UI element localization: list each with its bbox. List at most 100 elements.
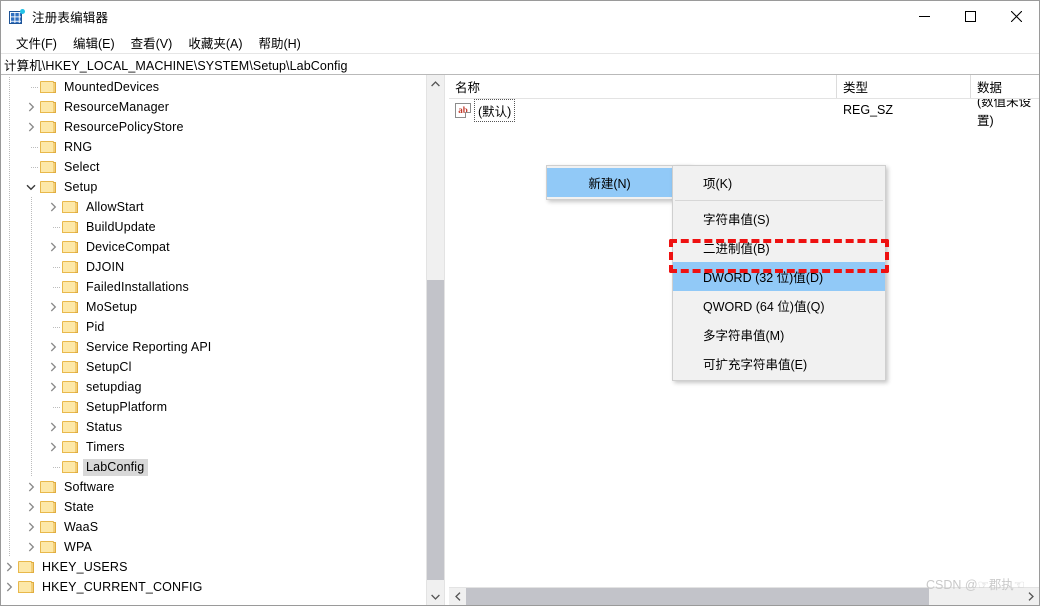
chevron-right-icon[interactable] xyxy=(45,337,61,357)
submenu-item-2[interactable]: 二进制值(B) xyxy=(673,233,885,262)
values-scroll-thumb[interactable] xyxy=(466,588,929,605)
window-controls xyxy=(901,1,1039,32)
menu-file[interactable]: 文件(F) xyxy=(9,31,66,55)
tree-guide-line xyxy=(9,237,10,257)
context-menu-item-new[interactable]: 新建(N) xyxy=(547,168,690,197)
tree-item-label: HKEY_USERS xyxy=(42,559,128,574)
tree-item-devicecompat[interactable]: DeviceCompat xyxy=(1,237,423,257)
folder-icon xyxy=(39,80,56,94)
tree-item-mounteddevices[interactable]: MountedDevices xyxy=(1,77,423,97)
tree-item-state[interactable]: State xyxy=(1,497,423,517)
chevron-right-icon[interactable] xyxy=(23,537,39,557)
chevron-right-icon[interactable] xyxy=(45,417,61,437)
maximize-button[interactable] xyxy=(947,1,993,32)
column-header-data[interactable]: 数据 xyxy=(971,75,1039,98)
submenu-item-6[interactable]: 可扩充字符串值(E) xyxy=(673,349,885,378)
registry-tree[interactable]: MountedDevices ResourceManager ResourcePol… xyxy=(1,77,423,605)
chevron-right-icon[interactable] xyxy=(45,297,61,317)
submenu-item-label: 多字符串值(M) xyxy=(703,329,785,343)
tree-item-resourcemanager[interactable]: ResourceManager xyxy=(1,97,423,117)
chevron-right-icon[interactable] xyxy=(23,97,39,117)
tree-item-timers[interactable]: Timers xyxy=(1,437,423,457)
folder-icon xyxy=(39,520,56,534)
menu-favorites[interactable]: 收藏夹(A) xyxy=(181,31,251,55)
tree-item-hkey-users[interactable]: HKEY_USERS xyxy=(1,557,423,577)
tree-item-mosetup[interactable]: MoSetup xyxy=(1,297,423,317)
tree-guide-line xyxy=(9,297,10,317)
string-value-icon: ab xyxy=(455,102,471,118)
column-header-type[interactable]: 类型 xyxy=(837,75,971,98)
values-horizontal-scrollbar[interactable] xyxy=(449,587,1039,605)
tree-item-select[interactable]: Select xyxy=(1,157,423,177)
chevron-right-icon[interactable] xyxy=(23,477,39,497)
address-bar[interactable]: 计算机\HKEY_LOCAL_MACHINE\SYSTEM\Setup\LabC… xyxy=(1,53,1039,75)
menu-help[interactable]: 帮助(H) xyxy=(251,31,309,55)
tree-item-labconfig[interactable]: LabConfig xyxy=(1,457,423,477)
tree-guide-line xyxy=(9,337,10,357)
chevron-right-icon[interactable] xyxy=(45,377,61,397)
tree-item-resourcepolicystore[interactable]: ResourcePolicyStore xyxy=(1,117,423,137)
submenu-item-4[interactable]: QWORD (64 位)值(Q) xyxy=(673,291,885,320)
tree-item-hkey-current-config[interactable]: HKEY_CURRENT_CONFIG xyxy=(1,577,423,597)
registry-path: 计算机\HKEY_LOCAL_MACHINE\SYSTEM\Setup\LabC… xyxy=(4,58,348,73)
close-button[interactable] xyxy=(993,1,1039,32)
minimize-button[interactable] xyxy=(901,1,947,32)
tree-vertical-scrollbar[interactable] xyxy=(426,75,444,605)
chevron-right-icon[interactable] xyxy=(23,517,39,537)
chevron-right-icon[interactable] xyxy=(23,117,39,137)
chevron-right-icon[interactable] xyxy=(45,357,61,377)
context-submenu-new-value[interactable]: 项(K) 字符串值(S) 二进制值(B) DWORD (32 位)值(D) QWORD … xyxy=(672,165,886,381)
submenu-item-1[interactable]: 字符串值(S) xyxy=(673,204,885,233)
tree-item-djoin[interactable]: DJOIN xyxy=(1,257,423,277)
tree-guide-line xyxy=(31,417,32,437)
scroll-up-icon[interactable] xyxy=(427,75,444,92)
folder-icon xyxy=(39,480,56,494)
tree-item-software[interactable]: Software xyxy=(1,477,423,497)
submenu-item-0[interactable]: 项(K) xyxy=(673,168,885,197)
tree-item-status[interactable]: Status xyxy=(1,417,423,437)
chevron-down-icon[interactable] xyxy=(23,177,39,197)
tree-guide-line xyxy=(31,437,32,457)
tree-guide-stub xyxy=(53,467,60,468)
tree-guide-stub xyxy=(31,167,38,168)
chevron-right-icon[interactable] xyxy=(1,557,17,577)
submenu-item-3[interactable]: DWORD (32 位)值(D) xyxy=(673,262,885,291)
tree-item-setupcl[interactable]: SetupCl xyxy=(1,357,423,377)
submenu-item-5[interactable]: 多字符串值(M) xyxy=(673,320,885,349)
tree-item-buildupdate[interactable]: BuildUpdate xyxy=(1,217,423,237)
value-row-inner: ab (默认) REG_SZ (数值未设置) xyxy=(455,99,1039,128)
tree-item-setup[interactable]: Setup xyxy=(1,177,423,197)
value-row[interactable]: ab (默认) REG_SZ (数值未设置) xyxy=(449,99,1039,128)
folder-icon xyxy=(61,340,78,354)
context-menu-item-new-label: 新建(N) xyxy=(588,177,631,191)
context-menu-new[interactable]: 新建(N) xyxy=(546,165,691,200)
tree-item-wpa[interactable]: WPA xyxy=(1,537,423,557)
scroll-left-icon[interactable] xyxy=(449,588,466,605)
tree-item-setupdiag[interactable]: setupdiag xyxy=(1,377,423,397)
column-header-name[interactable]: 名称 xyxy=(449,75,837,98)
scroll-right-icon[interactable] xyxy=(1022,588,1039,605)
tree-scroll-thumb[interactable] xyxy=(427,280,444,580)
tree-item-rng[interactable]: RNG xyxy=(1,137,423,157)
chevron-right-icon[interactable] xyxy=(45,237,61,257)
chevron-right-icon[interactable] xyxy=(1,577,17,597)
chevron-right-icon[interactable] xyxy=(23,497,39,517)
chevron-right-icon[interactable] xyxy=(45,437,61,457)
tree-item-allowstart[interactable]: AllowStart xyxy=(1,197,423,217)
menu-edit[interactable]: 编辑(E) xyxy=(66,31,124,55)
tree-item-setupplatform[interactable]: SetupPlatform xyxy=(1,397,423,417)
value-name-cell: (默认) xyxy=(474,99,516,122)
tree-item-waas[interactable]: WaaS xyxy=(1,517,423,537)
tree-guide-stub xyxy=(53,407,60,408)
scroll-down-icon[interactable] xyxy=(427,588,444,605)
chevron-right-icon[interactable] xyxy=(45,197,61,217)
menu-view[interactable]: 查看(V) xyxy=(124,31,182,55)
tree-item-pid[interactable]: Pid xyxy=(1,317,423,337)
tree-item-service-reporting-api[interactable]: Service Reporting API xyxy=(1,337,423,357)
tree-item-failedinstallations[interactable]: FailedInstallations xyxy=(1,277,423,297)
